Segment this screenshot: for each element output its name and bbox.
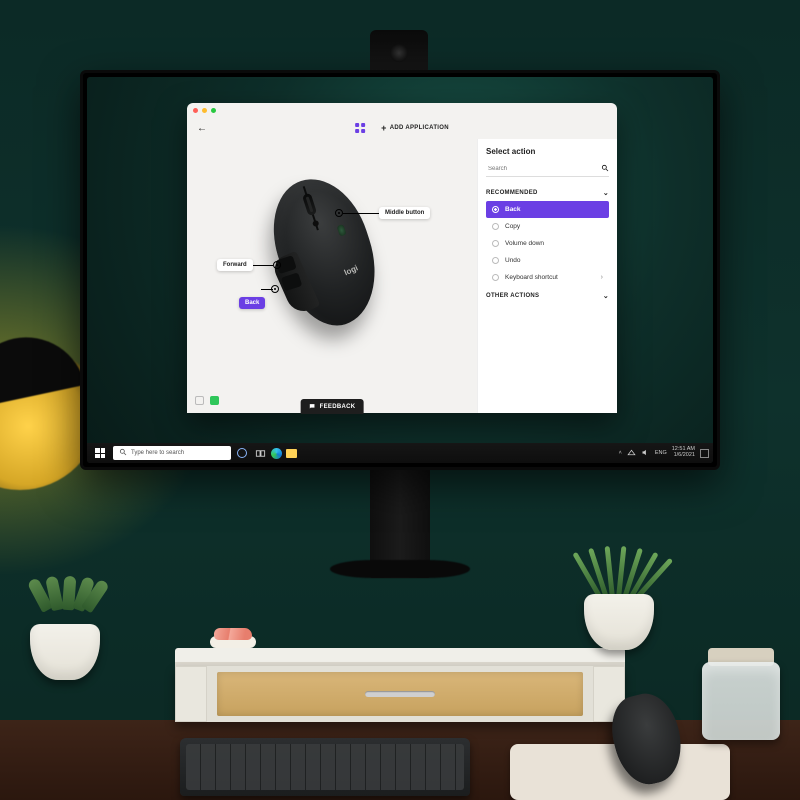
tray-volume-icon[interactable] bbox=[641, 448, 650, 459]
option-volume-down[interactable]: Volume down bbox=[486, 235, 609, 252]
callout-middle-button[interactable]: Middle button bbox=[379, 207, 430, 219]
app-topbar: ← + ADD APPLICATION bbox=[187, 117, 617, 139]
option-back-label: Back bbox=[505, 206, 521, 213]
callout-back-button[interactable]: Back bbox=[239, 297, 265, 309]
tray-chevron-icon[interactable]: ˄ bbox=[619, 450, 622, 456]
section-other-actions[interactable]: OTHER ACTIONS ⌄ bbox=[486, 292, 609, 300]
option-undo[interactable]: Undo bbox=[486, 252, 609, 269]
option-back: Back bbox=[486, 201, 609, 218]
feedback-label: FEEDBACK bbox=[320, 404, 356, 410]
search-icon[interactable] bbox=[601, 164, 609, 174]
search-input[interactable] bbox=[486, 162, 609, 177]
task-view-icon[interactable] bbox=[253, 446, 267, 460]
radio-selected-icon bbox=[492, 206, 499, 213]
pin-forward-button[interactable] bbox=[273, 261, 281, 269]
action-panel: Select action RECOMMENDED ⌄ bbox=[477, 139, 617, 413]
search-icon bbox=[119, 448, 127, 458]
section-recommended[interactable]: RECOMMENDED ⌄ bbox=[486, 189, 609, 197]
pin-middle-button[interactable] bbox=[335, 209, 343, 217]
desktop-wallpaper: ← + ADD APPLICATION bbox=[87, 77, 713, 463]
chevron-right-icon: › bbox=[601, 274, 603, 281]
option-copy[interactable]: Copy bbox=[486, 218, 609, 235]
option-copy-label: Copy bbox=[505, 223, 520, 230]
mouse-body: logi bbox=[258, 166, 392, 337]
drawer bbox=[217, 672, 583, 716]
panel-title: Select action bbox=[486, 147, 609, 156]
option-keyboard-shortcut[interactable]: Keyboard shortcut › bbox=[486, 269, 609, 286]
status-led bbox=[337, 224, 347, 237]
mason-jar bbox=[702, 648, 780, 740]
section-other-label: OTHER ACTIONS bbox=[486, 293, 539, 299]
app-body: logi Middle button Forward Back bbox=[187, 139, 617, 413]
section-recommended-label: RECOMMENDED bbox=[486, 190, 538, 196]
option-keyboard-shortcut-label: Keyboard shortcut bbox=[505, 274, 558, 281]
tray-date: 1/6/2021 bbox=[674, 453, 695, 459]
option-volume-down-label: Volume down bbox=[505, 240, 544, 247]
add-application-button[interactable]: + ADD APPLICATION bbox=[381, 125, 449, 131]
radio-icon bbox=[492, 223, 499, 230]
taskbar-search[interactable]: Type here to search bbox=[113, 446, 231, 460]
plus-icon: + bbox=[381, 125, 387, 131]
tray-network-icon[interactable] bbox=[627, 448, 636, 459]
edge-icon[interactable] bbox=[271, 448, 282, 459]
monitor: ← + ADD APPLICATION bbox=[80, 70, 720, 470]
radio-icon bbox=[492, 274, 499, 281]
brand-label: logi bbox=[343, 263, 360, 277]
tray-clock[interactable]: 12:51 AM 1/6/2021 bbox=[672, 447, 695, 459]
radio-icon bbox=[492, 257, 499, 264]
lead-back bbox=[261, 289, 273, 290]
window-zoom-button[interactable] bbox=[211, 108, 216, 113]
file-explorer-icon[interactable] bbox=[286, 449, 297, 458]
chevron-down-icon: ⌄ bbox=[603, 189, 609, 197]
logi-options-window: ← + ADD APPLICATION bbox=[187, 103, 617, 413]
action-search bbox=[486, 162, 609, 177]
action-center-icon[interactable] bbox=[700, 449, 709, 458]
device-stage: logi Middle button Forward Back bbox=[187, 139, 477, 413]
stage-footer bbox=[195, 396, 219, 405]
window-close-button[interactable] bbox=[193, 108, 198, 113]
battery-status-icon[interactable] bbox=[210, 396, 219, 405]
device-mouse: logi bbox=[258, 166, 392, 337]
scroll-wheel bbox=[302, 193, 317, 217]
lead-middle bbox=[343, 213, 379, 214]
option-undo-label: Undo bbox=[505, 257, 521, 264]
window-minimize-button[interactable] bbox=[202, 108, 207, 113]
radio-icon bbox=[492, 240, 499, 247]
sushi bbox=[210, 628, 256, 648]
system-tray: ˄ ENG 12:51 AM 1/6/2021 bbox=[619, 447, 709, 459]
feedback-button[interactable]: FEEDBACK bbox=[301, 399, 364, 414]
apps-grid-icon[interactable] bbox=[355, 123, 365, 133]
start-button[interactable] bbox=[91, 445, 109, 461]
windows-logo-icon bbox=[95, 448, 105, 458]
back-button[interactable]: ← bbox=[197, 123, 211, 134]
add-application-label: ADD APPLICATION bbox=[390, 125, 449, 131]
device-chip-icon[interactable] bbox=[195, 396, 204, 405]
plant-right bbox=[576, 566, 662, 650]
taskbar-search-placeholder: Type here to search bbox=[131, 450, 184, 456]
monitor-base bbox=[330, 560, 470, 578]
windows-taskbar: Type here to search ˄ ENG bbox=[87, 443, 713, 463]
plant-left bbox=[22, 596, 108, 680]
scene-root: ← + ADD APPLICATION bbox=[0, 0, 800, 800]
cortana-icon[interactable] bbox=[235, 446, 249, 460]
callout-forward-button[interactable]: Forward bbox=[217, 259, 253, 271]
chevron-down-icon: ⌄ bbox=[603, 292, 609, 300]
tray-language[interactable]: ENG bbox=[655, 450, 667, 456]
window-titlebar bbox=[187, 103, 617, 117]
topbar-center: + ADD APPLICATION bbox=[355, 123, 449, 133]
chat-icon bbox=[309, 403, 316, 410]
monitor-stand bbox=[175, 648, 625, 738]
keyboard bbox=[180, 738, 470, 796]
middle-button-dot bbox=[312, 220, 320, 228]
